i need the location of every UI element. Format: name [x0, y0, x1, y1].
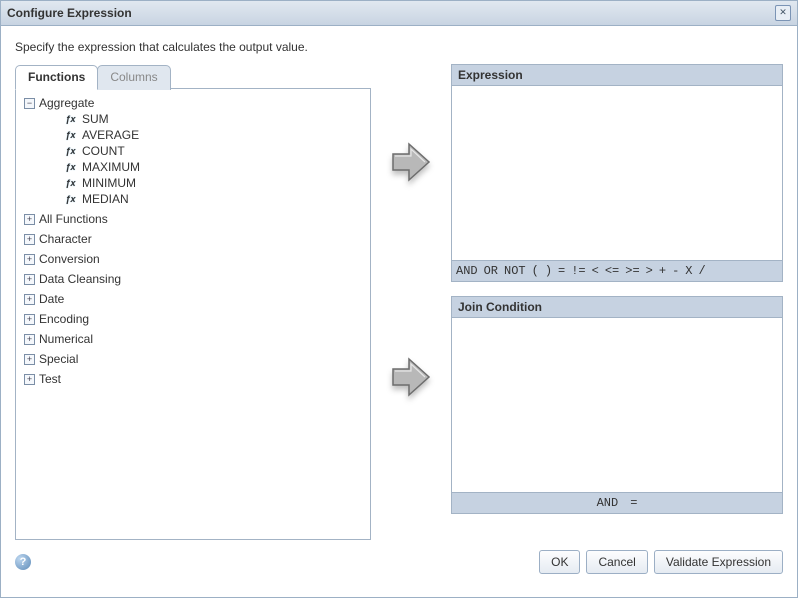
- operator-button[interactable]: /: [698, 264, 705, 278]
- function-label: COUNT: [82, 144, 125, 158]
- dialog-title: Configure Expression: [7, 6, 132, 20]
- fx-icon: [64, 177, 77, 190]
- category-label: Character: [39, 232, 92, 246]
- operator-button[interactable]: <=: [605, 264, 619, 278]
- fx-icon: [64, 145, 77, 158]
- expand-icon[interactable]: +: [24, 274, 35, 285]
- join-panel-title: Join Condition: [452, 297, 782, 318]
- function-tree[interactable]: −AggregateSUMAVERAGECOUNTMAXIMUMMINIMUMM…: [15, 88, 371, 540]
- expand-icon[interactable]: +: [24, 254, 35, 265]
- operator-button[interactable]: +: [659, 264, 666, 278]
- operator-button[interactable]: AND: [456, 264, 478, 278]
- operator-button[interactable]: <: [592, 264, 599, 278]
- category-conversion[interactable]: + Conversion: [24, 251, 366, 267]
- operator-button[interactable]: NOT: [504, 264, 526, 278]
- category-label: Data Cleansing: [39, 272, 121, 286]
- operator-button[interactable]: (: [532, 264, 539, 278]
- join-input[interactable]: [452, 318, 782, 492]
- expand-icon[interactable]: +: [24, 374, 35, 385]
- fx-icon: [64, 129, 77, 142]
- validate-button[interactable]: Validate Expression: [654, 550, 783, 574]
- expression-panel: Expression AND OR NOT () = != < <= >= > +-X /: [451, 64, 783, 282]
- expand-icon[interactable]: +: [24, 334, 35, 345]
- operator-button[interactable]: >: [646, 264, 653, 278]
- ok-button[interactable]: OK: [539, 550, 580, 574]
- operator-button[interactable]: OR: [484, 264, 498, 278]
- help-icon[interactable]: [15, 554, 31, 570]
- category-all-functions[interactable]: + All Functions: [24, 211, 366, 227]
- category-date[interactable]: + Date: [24, 291, 366, 307]
- tab-functions[interactable]: Functions: [15, 65, 98, 90]
- collapse-icon[interactable]: −: [24, 98, 35, 109]
- category-label: Encoding: [39, 312, 89, 326]
- expression-body: [452, 86, 782, 260]
- fx-icon: [64, 161, 77, 174]
- fx-icon: [64, 113, 77, 126]
- category-label: Conversion: [39, 252, 100, 266]
- category-character[interactable]: + Character: [24, 231, 366, 247]
- function-label: MAXIMUM: [82, 160, 140, 174]
- footer: OK Cancel Validate Expression: [1, 540, 797, 588]
- operator-button[interactable]: ): [545, 264, 552, 278]
- function-median[interactable]: MEDIAN: [64, 191, 366, 207]
- title-bar: Configure Expression: [1, 1, 797, 26]
- tabs: Functions Columns: [15, 64, 371, 89]
- left-column: Functions Columns −AggregateSUMAVERAGECO…: [15, 64, 371, 540]
- function-label: MINIMUM: [82, 176, 136, 190]
- function-count[interactable]: COUNT: [64, 143, 366, 159]
- function-sum[interactable]: SUM: [64, 111, 366, 127]
- right-column: Expression AND OR NOT () = != < <= >= > +-X / Join …: [451, 64, 783, 540]
- category-label: Aggregate: [39, 96, 94, 110]
- expand-icon[interactable]: +: [24, 234, 35, 245]
- operator-button[interactable]: =: [630, 496, 637, 510]
- operator-button[interactable]: !=: [571, 264, 585, 278]
- operator-button[interactable]: =: [558, 264, 565, 278]
- category-label: Numerical: [39, 332, 93, 346]
- category-special[interactable]: + Special: [24, 351, 366, 367]
- function-maximum[interactable]: MAXIMUM: [64, 159, 366, 175]
- join-panel: Join Condition AND =: [451, 296, 783, 514]
- function-label: MEDIAN: [82, 192, 129, 206]
- expression-input[interactable]: [452, 86, 782, 260]
- category-label: Date: [39, 292, 64, 306]
- expand-icon[interactable]: +: [24, 354, 35, 365]
- category-numerical[interactable]: + Numerical: [24, 331, 366, 347]
- category-test[interactable]: + Test: [24, 371, 366, 387]
- function-label: SUM: [82, 112, 109, 126]
- instruction-text: Specify the expression that calculates t…: [1, 26, 797, 64]
- operator-button[interactable]: -: [672, 264, 679, 278]
- body: Functions Columns −AggregateSUMAVERAGECO…: [1, 64, 797, 540]
- operator-button[interactable]: X: [685, 264, 692, 278]
- expression-operator-bar: AND OR NOT () = != < <= >= > +-X /: [452, 260, 782, 281]
- expand-icon[interactable]: +: [24, 214, 35, 225]
- function-label: AVERAGE: [82, 128, 139, 142]
- expand-icon[interactable]: +: [24, 294, 35, 305]
- category-encoding[interactable]: + Encoding: [24, 311, 366, 327]
- close-icon[interactable]: [775, 5, 791, 21]
- arrow-to-join-icon[interactable]: [389, 355, 433, 402]
- category-label: Test: [39, 372, 61, 386]
- category-aggregate[interactable]: −Aggregate: [24, 95, 366, 111]
- category-label: All Functions: [39, 212, 108, 226]
- expression-panel-title: Expression: [452, 65, 782, 86]
- fx-icon: [64, 193, 77, 206]
- tab-columns[interactable]: Columns: [97, 65, 170, 90]
- category-label: Special: [39, 352, 78, 366]
- join-operator-bar: AND =: [452, 492, 782, 513]
- operator-button[interactable]: AND: [597, 496, 619, 510]
- join-body: [452, 318, 782, 492]
- expand-icon[interactable]: +: [24, 314, 35, 325]
- middle-column: [383, 64, 439, 540]
- arrow-to-expression-icon[interactable]: [389, 140, 433, 187]
- function-average[interactable]: AVERAGE: [64, 127, 366, 143]
- function-minimum[interactable]: MINIMUM: [64, 175, 366, 191]
- operator-button[interactable]: >=: [625, 264, 639, 278]
- category-data-cleansing[interactable]: + Data Cleansing: [24, 271, 366, 287]
- cancel-button[interactable]: Cancel: [586, 550, 647, 574]
